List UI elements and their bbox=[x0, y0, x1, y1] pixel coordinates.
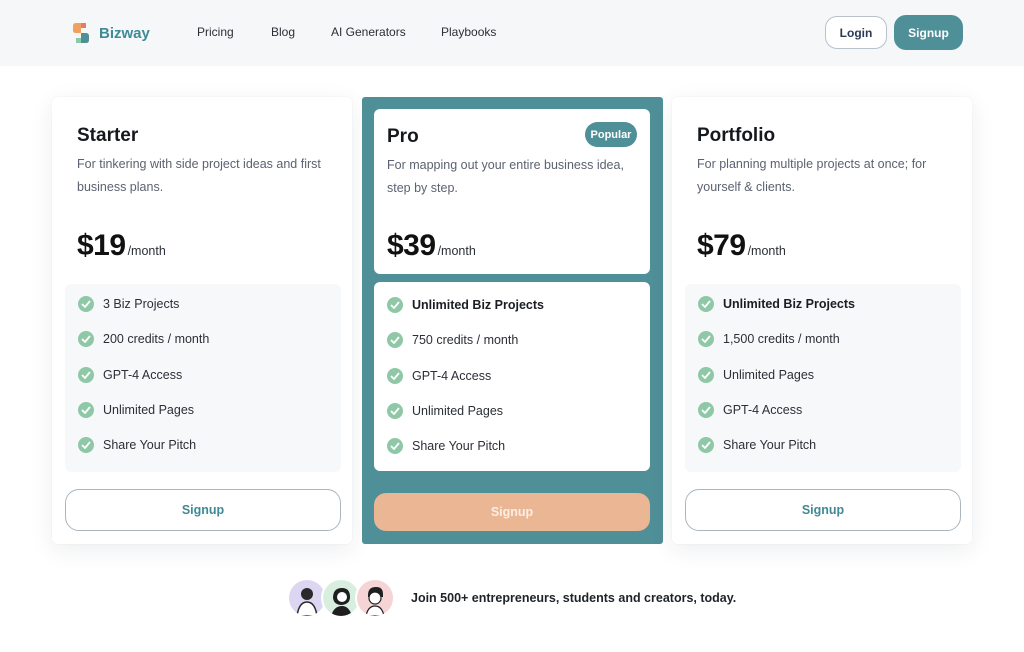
plan-price: $19 /month bbox=[77, 229, 166, 263]
feature-item: GPT-4 Access bbox=[387, 368, 491, 384]
check-icon bbox=[387, 297, 403, 313]
popular-badge: Popular bbox=[585, 122, 637, 147]
check-icon bbox=[78, 331, 94, 347]
check-icon bbox=[387, 368, 403, 384]
feature-label: GPT-4 Access bbox=[723, 403, 803, 417]
login-button[interactable]: Login bbox=[825, 16, 887, 49]
feature-list: Unlimited Biz Projects 1,500 credits / m… bbox=[685, 284, 961, 472]
header-signup-button[interactable]: Signup bbox=[894, 15, 963, 50]
check-icon bbox=[78, 437, 94, 453]
plan-title: Pro bbox=[387, 126, 419, 147]
price-period: /month bbox=[127, 244, 166, 258]
feature-label: 3 Biz Projects bbox=[103, 297, 180, 311]
check-icon bbox=[387, 403, 403, 419]
feature-label: Unlimited Pages bbox=[723, 368, 815, 382]
check-icon bbox=[698, 367, 714, 383]
feature-item: GPT-4 Access bbox=[78, 367, 182, 383]
person-illustration-icon bbox=[296, 588, 318, 616]
feature-label: GPT-4 Access bbox=[103, 368, 183, 382]
person-illustration-icon bbox=[365, 587, 385, 616]
plan-description: For mapping out your entire business ide… bbox=[387, 158, 624, 195]
check-icon bbox=[698, 331, 714, 347]
person-illustration-icon bbox=[331, 588, 352, 616]
plan-title: Starter bbox=[77, 125, 139, 146]
price-period: /month bbox=[437, 244, 476, 258]
feature-item: Unlimited Pages bbox=[698, 367, 814, 383]
check-icon bbox=[698, 437, 714, 453]
feature-label: Unlimited Biz Projects bbox=[412, 298, 544, 312]
nav-link-ai-generators[interactable]: AI Generators bbox=[331, 25, 406, 39]
avatar-group bbox=[287, 578, 395, 618]
feature-item: 750 credits / month bbox=[387, 332, 518, 348]
feature-label: GPT-4 Access bbox=[412, 369, 492, 383]
plan-title: Portfolio bbox=[697, 125, 776, 146]
price-amount: $19 bbox=[77, 229, 126, 262]
feature-item: Unlimited Biz Projects bbox=[387, 297, 544, 313]
feature-item: Share Your Pitch bbox=[78, 437, 196, 453]
feature-item: 1,500 credits / month bbox=[698, 331, 840, 347]
feature-item: Share Your Pitch bbox=[698, 437, 816, 453]
price-amount: $79 bbox=[697, 229, 746, 262]
nav-link-playbooks[interactable]: Playbooks bbox=[441, 25, 496, 39]
pro-header-panel: Pro Popular For mapping out your entire … bbox=[374, 109, 650, 274]
feature-item: Unlimited Pages bbox=[78, 402, 194, 418]
feature-item: GPT-4 Access bbox=[698, 402, 802, 418]
feature-label: 200 credits / month bbox=[103, 332, 210, 346]
check-icon bbox=[387, 332, 403, 348]
feature-list: Unlimited Biz Projects 750 credits / mon… bbox=[374, 282, 650, 471]
feature-label: Share Your Pitch bbox=[412, 439, 506, 453]
plan-card-pro: Pro Popular For mapping out your entire … bbox=[362, 97, 663, 544]
social-proof-text: Join 500+ entrepreneurs, students and cr… bbox=[411, 591, 737, 605]
feature-label: Share Your Pitch bbox=[723, 438, 817, 452]
feature-list: 3 Biz Projects 200 credits / month GPT-4… bbox=[65, 284, 341, 472]
plan-price: $79 /month bbox=[697, 229, 786, 263]
check-icon bbox=[698, 296, 714, 312]
check-icon bbox=[78, 367, 94, 383]
brand-logo[interactable]: Bizway bbox=[72, 22, 150, 44]
feature-item: Share Your Pitch bbox=[387, 438, 505, 454]
nav-link-blog[interactable]: Blog bbox=[271, 25, 295, 39]
price-amount: $39 bbox=[387, 229, 436, 262]
top-navbar: Bizway Pricing Blog AI Generators Playbo… bbox=[0, 0, 1024, 66]
nav-link-pricing[interactable]: Pricing bbox=[197, 25, 234, 39]
brand-name: Bizway bbox=[99, 24, 150, 42]
avatar bbox=[355, 578, 395, 618]
check-icon bbox=[387, 438, 403, 454]
feature-label: Unlimited Biz Projects bbox=[723, 297, 855, 311]
plan-card-starter: Starter For tinkering with side project … bbox=[52, 97, 352, 544]
portfolio-signup-button[interactable]: Signup bbox=[685, 489, 961, 531]
bizway-logo-icon bbox=[73, 23, 89, 43]
price-period: /month bbox=[747, 244, 786, 258]
feature-label: 1,500 credits / month bbox=[723, 332, 840, 346]
pro-signup-button[interactable]: Signup bbox=[374, 493, 650, 531]
feature-item: 200 credits / month bbox=[78, 331, 209, 347]
feature-label: 750 credits / month bbox=[412, 333, 519, 347]
feature-item: Unlimited Pages bbox=[387, 403, 503, 419]
check-icon bbox=[78, 296, 94, 312]
plan-card-portfolio: Portfolio For planning multiple projects… bbox=[672, 97, 972, 544]
feature-label: Unlimited Pages bbox=[103, 403, 195, 417]
plan-price: $39 /month bbox=[387, 229, 476, 263]
check-icon bbox=[698, 402, 714, 418]
feature-item: Unlimited Biz Projects bbox=[698, 296, 855, 312]
plan-description: For tinkering with side project ideas an… bbox=[77, 157, 321, 194]
plan-description: For planning multiple projects at once; … bbox=[697, 157, 927, 194]
social-proof: Join 500+ entrepreneurs, students and cr… bbox=[287, 578, 736, 618]
feature-label: Unlimited Pages bbox=[412, 404, 504, 418]
feature-label: Share Your Pitch bbox=[103, 438, 197, 452]
check-icon bbox=[78, 402, 94, 418]
starter-signup-button[interactable]: Signup bbox=[65, 489, 341, 531]
feature-item: 3 Biz Projects bbox=[78, 296, 179, 312]
